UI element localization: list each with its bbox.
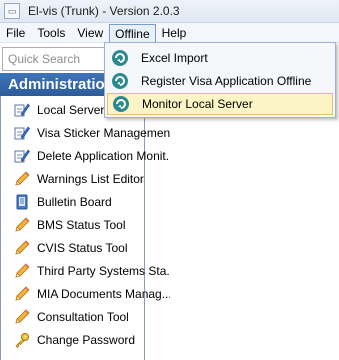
pencil-icon	[14, 239, 30, 256]
sidebar-item-label: BMS Status Tool	[37, 217, 126, 232]
pencil-icon	[14, 262, 30, 279]
sidebar-item-label: Visa Sticker Management	[37, 125, 170, 140]
menu-file[interactable]: File	[0, 24, 31, 42]
sidebar-item-third-party-systems-status[interactable]: Third Party Systems Sta...	[0, 259, 170, 282]
edit-pencil-icon	[14, 125, 30, 141]
menu-bar: File Tools View Offline Help	[0, 23, 339, 43]
sidebar-item-label: Consultation Tool	[37, 309, 129, 324]
app-window-icon[interactable]: ▭	[4, 3, 20, 19]
sidebar-item-bms-status-tool[interactable]: BMS Status Tool	[0, 213, 170, 236]
menu-item-label: Register Visa Application Offline	[141, 74, 312, 88]
edit-pencil-icon	[14, 102, 30, 118]
sidebar-item-consultation-tool[interactable]: Consultation Tool	[0, 305, 170, 328]
sidebar-item-label: Local Server	[37, 102, 105, 117]
sidebar-item-bulletin-board[interactable]: Bulletin Board	[0, 190, 170, 213]
sidebar-item-delete-application-monitor[interactable]: Delete Application Monit...	[0, 144, 170, 167]
key-icon	[14, 332, 30, 348]
sidebar-item-change-password[interactable]: Change Password	[0, 328, 170, 351]
window-title: El-vis (Trunk) - Version 2.0.3	[28, 4, 180, 18]
sidebar-item-label: CVIS Status Tool	[37, 240, 128, 255]
menu-help[interactable]: Help	[156, 24, 193, 42]
offline-swirl-icon	[112, 95, 130, 113]
menu-view[interactable]: View	[71, 24, 109, 42]
menu-item-excel-import[interactable]: Excel Import	[107, 47, 333, 69]
pencil-icon	[14, 170, 30, 187]
menu-item-monitor-local-server[interactable]: Monitor Local Server	[107, 93, 333, 115]
offline-swirl-icon	[111, 49, 129, 67]
sidebar-item-visa-sticker-management[interactable]: Visa Sticker Management	[0, 121, 170, 144]
sidebar-item-label: Change Password	[37, 332, 136, 347]
sidebar-item-warnings-list-editor[interactable]: Warnings List Editor	[0, 167, 170, 190]
pencil-icon	[14, 308, 30, 325]
menu-offline[interactable]: Offline	[109, 23, 156, 43]
offline-swirl-icon	[111, 72, 129, 90]
sidebar-item-label: Delete Application Monit...	[37, 148, 170, 163]
pencil-icon	[14, 285, 30, 302]
menu-item-label: Monitor Local Server	[142, 97, 253, 111]
sidebar-item-label: Third Party Systems Sta...	[37, 263, 170, 278]
pencil-icon	[14, 216, 30, 233]
menu-item-label: Excel Import	[141, 51, 208, 65]
title-bar: ▭ El-vis (Trunk) - Version 2.0.3	[0, 0, 339, 23]
bulletin-board-icon	[14, 194, 30, 210]
sidebar-item-label: MIA Documents Manag...	[37, 286, 170, 301]
menu-item-register-visa-offline[interactable]: Register Visa Application Offline	[107, 70, 333, 92]
menu-tools[interactable]: Tools	[31, 24, 71, 42]
sidebar-item-mia-documents-manager[interactable]: MIA Documents Manag...	[0, 282, 170, 305]
sidebar-item-cvis-status-tool[interactable]: CVIS Status Tool	[0, 236, 170, 259]
edit-pencil-icon	[14, 148, 30, 164]
sidebar-nav-list: Local Server Visa Sticker Management Del…	[0, 98, 170, 351]
sidebar-item-label: Warnings List Editor	[37, 171, 144, 186]
offline-dropdown-menu: Excel Import Register Visa Application O…	[104, 42, 336, 118]
sidebar-item-label: Bulletin Board	[37, 194, 112, 209]
